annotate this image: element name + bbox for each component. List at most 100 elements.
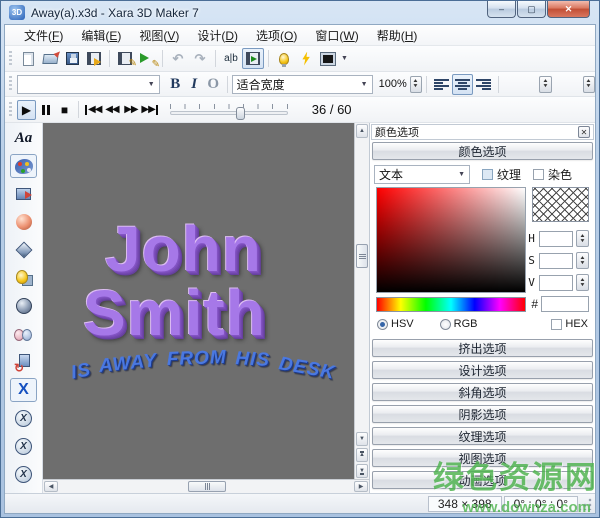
menu-help[interactable]: 帮助(H): [368, 25, 427, 46]
slider-thumb[interactable]: [236, 107, 245, 120]
font-select[interactable]: ▼: [17, 75, 160, 94]
forward-button[interactable]: ▶▶: [121, 100, 140, 120]
color-options-section-button[interactable]: 颜色选项: [372, 142, 593, 160]
view-options-button[interactable]: 视图选项: [372, 449, 593, 467]
animation-options-button[interactable]: 动画选项: [372, 471, 593, 489]
saturation-value-field[interactable]: [376, 187, 526, 293]
preview-export-button[interactable]: ✎: [136, 48, 158, 69]
screen-preview-button[interactable]: [317, 48, 339, 69]
extrude-tool-button[interactable]: [10, 182, 37, 206]
outline-button[interactable]: O: [204, 74, 223, 94]
shadow-options-button[interactable]: 阴影选项: [372, 405, 593, 423]
bold-button[interactable]: B: [166, 74, 185, 94]
toolbar-gripper[interactable]: [9, 51, 12, 67]
new-document-button[interactable]: [17, 48, 39, 69]
animation-window-button[interactable]: [242, 48, 264, 69]
scroll-right-button[interactable]: ▶: [354, 481, 368, 492]
edit-text-button[interactable]: a|b: [220, 48, 242, 69]
save-button[interactable]: [61, 48, 83, 69]
shadow-tool-button[interactable]: [10, 238, 37, 262]
scroll-left-button[interactable]: ◀: [44, 481, 58, 492]
page-down-button[interactable]: ▼: [356, 464, 368, 478]
texture-tool-button[interactable]: [10, 266, 37, 290]
vertical-scroll-track[interactable]: [355, 139, 369, 431]
tint-checkbox[interactable]: [533, 169, 544, 180]
scroll-up-button[interactable]: ▲: [356, 124, 368, 138]
canvas-text-line2[interactable]: Smith: [83, 281, 266, 345]
italic-button[interactable]: I: [185, 74, 204, 94]
minimize-button[interactable]: –: [487, 1, 516, 18]
find-tool-button[interactable]: [10, 322, 37, 346]
edit-animation-button[interactable]: ✎: [114, 48, 136, 69]
close-button[interactable]: ✕: [547, 1, 590, 18]
slider-track[interactable]: [170, 111, 288, 115]
undo-button[interactable]: ↶: [167, 48, 189, 69]
bevel-tool-button[interactable]: [10, 210, 37, 234]
first-frame-button[interactable]: ◀◀: [83, 100, 102, 120]
zoom-stepper[interactable]: ▲▼: [410, 76, 422, 93]
last-frame-button[interactable]: ▶▶: [140, 100, 159, 120]
horizontal-scroll-track[interactable]: [59, 480, 353, 493]
resize-grip[interactable]: [580, 497, 593, 510]
scroll-down-button[interactable]: ▼: [356, 432, 368, 446]
panel-close-button[interactable]: ✕: [578, 126, 590, 138]
color-target-select[interactable]: 文本▼: [374, 165, 470, 184]
line-spacing-stepper[interactable]: ▲▼: [583, 76, 595, 93]
pattern-swatch[interactable]: [532, 187, 589, 222]
export-button-1[interactable]: X: [10, 406, 37, 430]
hsv-radio[interactable]: [377, 319, 388, 330]
frame-slider[interactable]: [170, 104, 288, 115]
animation-tool-button[interactable]: ↻: [10, 350, 37, 374]
menu-options[interactable]: 选项(O): [247, 25, 306, 46]
toolbar-gripper[interactable]: [9, 102, 12, 118]
menu-view[interactable]: 视图(V): [130, 25, 188, 46]
export-button-2[interactable]: X: [10, 434, 37, 458]
saturation-field[interactable]: [539, 253, 573, 269]
quality-button[interactable]: [295, 48, 317, 69]
extrude-options-button[interactable]: 挤出选项: [372, 339, 593, 357]
design-options-button[interactable]: 设计选项: [372, 361, 593, 379]
menu-design[interactable]: 设计(D): [188, 25, 247, 46]
open-button[interactable]: [39, 48, 61, 69]
color-tool-button[interactable]: [10, 154, 37, 178]
hex-checkbox[interactable]: [551, 319, 562, 330]
document-canvas[interactable]: John Smith IS AWAY FROM HIS DESK: [43, 123, 354, 479]
maximize-button[interactable]: ▢: [517, 1, 546, 18]
toolbar-gripper[interactable]: [9, 76, 12, 92]
texture-options-button[interactable]: 纹理选项: [372, 427, 593, 445]
menu-edit[interactable]: 编辑(E): [72, 25, 130, 46]
value-stepper[interactable]: ▲▼: [576, 274, 589, 291]
chevron-down-icon[interactable]: ▼: [341, 55, 348, 62]
hue-field[interactable]: [539, 231, 573, 247]
hue-stepper[interactable]: ▲▼: [576, 230, 589, 247]
export-button-3[interactable]: X: [10, 462, 37, 486]
menu-window[interactable]: 窗口(W): [306, 25, 367, 46]
texture-checkbox[interactable]: [482, 169, 493, 180]
xara-tool-button[interactable]: X: [10, 378, 37, 402]
rewind-button[interactable]: ◀◀: [102, 100, 121, 120]
export-animation-button[interactable]: [83, 48, 105, 69]
pause-button[interactable]: [36, 100, 55, 120]
align-center-button[interactable]: [452, 74, 473, 95]
stop-button[interactable]: ■: [55, 100, 74, 120]
vertical-scrollbar[interactable]: ▲ ▼ ▲ ▼: [354, 123, 369, 479]
rgb-radio[interactable]: [440, 319, 451, 330]
play-button[interactable]: ▶: [17, 100, 36, 120]
menu-file[interactable]: 文件(F): [15, 25, 72, 46]
value-field[interactable]: [539, 275, 573, 291]
hex-field[interactable]: [541, 296, 589, 312]
text-tool-button[interactable]: Aa: [10, 126, 37, 150]
bevel-options-button[interactable]: 斜角选项: [372, 383, 593, 401]
horizontal-scroll-thumb[interactable]: [188, 481, 226, 492]
tracking-stepper[interactable]: ▲▼: [539, 76, 551, 93]
lighting-button[interactable]: [273, 48, 295, 69]
saturation-stepper[interactable]: ▲▼: [576, 252, 589, 269]
canvas-subtitle[interactable]: IS AWAY FROM HIS DESK: [57, 355, 349, 377]
view-tool-button[interactable]: [10, 294, 37, 318]
vertical-scroll-thumb[interactable]: [356, 244, 368, 268]
align-right-button[interactable]: [473, 74, 494, 95]
hue-bar[interactable]: [376, 297, 526, 312]
align-left-button[interactable]: [431, 74, 452, 95]
horizontal-scrollbar[interactable]: ◀ ▶: [43, 479, 369, 493]
canvas-text-line1[interactable]: John: [105, 217, 262, 281]
